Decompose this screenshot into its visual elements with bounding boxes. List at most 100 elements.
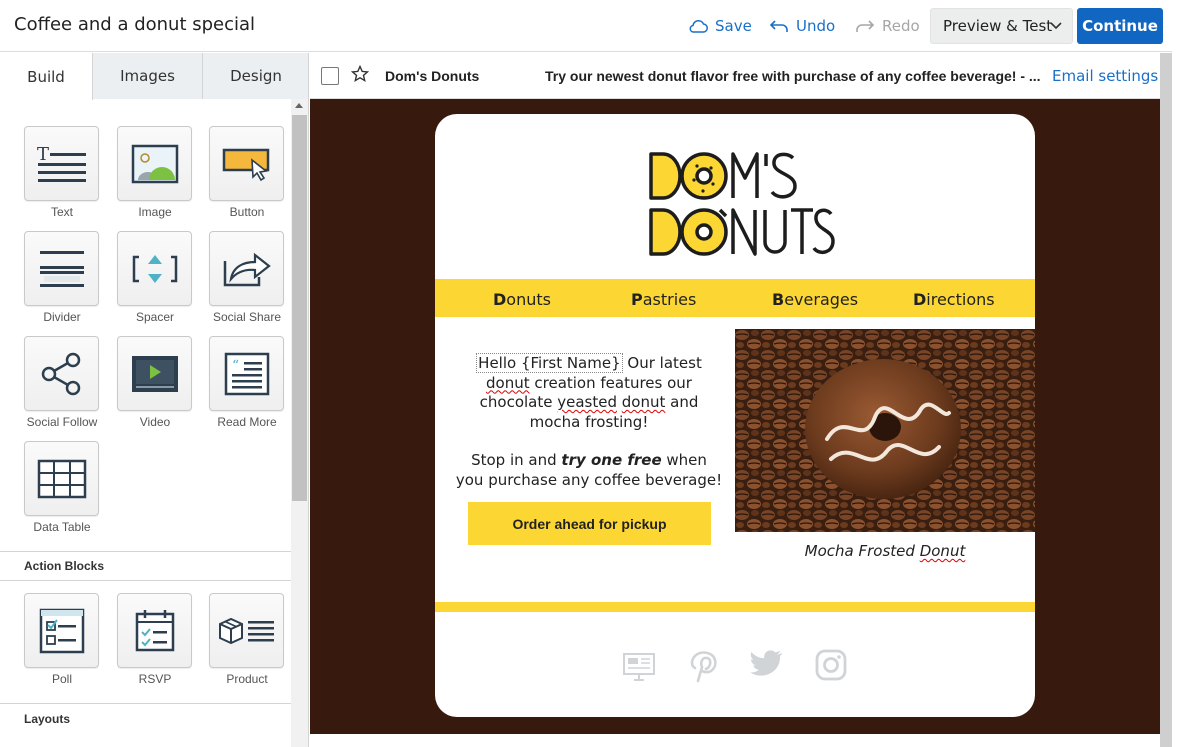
email-canvas: Donuts Pastries Beverages Directions Hel… [310, 99, 1160, 734]
spellcheck-word: Donut [919, 542, 966, 560]
preview-test-dropdown[interactable]: Preview & Test [930, 8, 1073, 44]
pinterest-icon[interactable] [687, 649, 719, 683]
order-ahead-button[interactable]: Order ahead for pickup [468, 502, 711, 545]
save-button[interactable]: Save [688, 10, 752, 42]
block-video[interactable]: Video [117, 336, 193, 429]
spacer-icon [132, 254, 177, 283]
data-table-icon [37, 459, 86, 498]
button-icon [222, 148, 269, 181]
block-label: Product [226, 672, 268, 686]
video-block-tile [117, 336, 192, 411]
nav-pastries[interactable]: Pastries [631, 290, 696, 309]
twitter-icon[interactable] [750, 649, 784, 679]
email-settings-link[interactable]: Email settings [1052, 67, 1158, 85]
social-follow-icon [41, 352, 80, 395]
divider-icon [39, 250, 84, 287]
block-rsvp[interactable]: RSVP [117, 593, 193, 686]
select-checkbox[interactable] [321, 67, 339, 85]
redo-button[interactable]: Redo [855, 10, 920, 42]
layouts-heading: Layouts [0, 703, 291, 733]
redo-label: Redo [882, 17, 920, 35]
paragraph-2: Stop in and try one free when you purcha… [455, 451, 723, 490]
email-body-text[interactable]: Hello {First Name} Our latest donut crea… [455, 353, 723, 490]
email-header-bar: Dom's Donuts Try our newest donut flavor… [310, 53, 1160, 99]
paragraph-1: Hello {First Name} Our latest donut crea… [455, 353, 723, 432]
block-social-follow[interactable]: Social Follow [24, 336, 100, 429]
tab-build[interactable]: Build [0, 53, 93, 100]
read-more-icon: “ [224, 352, 269, 395]
email-nav-bar: Donuts Pastries Beverages Directions [435, 279, 1035, 317]
tab-design[interactable]: Design [203, 53, 308, 99]
nav-directions[interactable]: Directions [913, 290, 995, 309]
spellcheck-word: yeasted [557, 393, 617, 411]
block-label: Poll [51, 672, 72, 686]
block-button[interactable]: Button [209, 126, 285, 219]
tab-images[interactable]: Images [93, 53, 203, 99]
star-icon[interactable] [351, 65, 369, 83]
svg-text:T: T [37, 144, 49, 165]
text-run: Our latest [622, 354, 702, 372]
data-table-block-tile [24, 441, 99, 516]
svg-text:“: “ [232, 358, 239, 374]
top-toolbar: Coffee and a donut special Save Undo Red… [0, 0, 1172, 52]
text-run: Stop in and [471, 451, 562, 469]
text-block-tile: T [24, 126, 99, 201]
block-spacer[interactable]: Spacer [117, 231, 193, 324]
nav-beverages[interactable]: Beverages [772, 290, 858, 309]
undo-icon [769, 20, 788, 32]
website-icon[interactable] [622, 649, 656, 683]
block-label: Social Follow [26, 415, 98, 429]
block-divider[interactable]: Divider [24, 231, 100, 324]
block-product[interactable]: Product [209, 593, 285, 686]
campaign-title[interactable]: Coffee and a donut special [14, 14, 255, 35]
redo-icon [856, 20, 875, 32]
nav-rest: everages [784, 290, 859, 309]
scroll-up-arrow-icon[interactable] [295, 103, 303, 108]
scroll-thumb[interactable] [292, 115, 307, 501]
first-name-token[interactable]: Hello {First Name} [476, 353, 623, 373]
block-label: Data Table [33, 520, 91, 534]
video-icon [131, 355, 178, 392]
continue-button[interactable]: Continue [1077, 8, 1163, 44]
block-image[interactable]: Image [117, 126, 193, 219]
block-label: Button [229, 205, 265, 219]
spellcheck-word: donut [621, 393, 666, 411]
donut-photo[interactable] [735, 329, 1035, 532]
nav-rest: onuts [506, 290, 551, 309]
block-text[interactable]: T Text [24, 126, 100, 219]
undo-button[interactable]: Undo [769, 10, 835, 42]
rsvp-icon [135, 609, 174, 651]
panel-tabs: Build Images Design [0, 53, 308, 100]
poll-icon [39, 608, 84, 653]
undo-label: Undo [796, 17, 836, 35]
block-read-more[interactable]: “ Read More [209, 336, 285, 429]
doms-donuts-logo[interactable] [645, 144, 835, 264]
image-icon [131, 144, 178, 183]
block-label: Video [139, 415, 171, 429]
instagram-icon[interactable] [815, 649, 847, 681]
spellcheck-word: donut [486, 373, 530, 392]
canvas-scrollbar[interactable] [1160, 53, 1172, 747]
nav-donuts[interactable]: Donuts [493, 290, 551, 309]
poll-block-tile [24, 593, 99, 668]
block-label: RSVP [138, 672, 172, 686]
photo-caption: Mocha Frosted Donut [735, 542, 1035, 560]
text-icon: T [37, 144, 86, 182]
block-label: Social Share [212, 310, 282, 324]
block-poll[interactable]: Poll [24, 593, 100, 686]
caption-text: Mocha Frosted [804, 542, 920, 560]
block-label: Image [138, 205, 172, 219]
block-social-share[interactable]: Social Share [209, 231, 285, 324]
chevron-down-icon [1050, 22, 1062, 30]
nav-rest: astries [642, 290, 697, 309]
email-body: Donuts Pastries Beverages Directions Hel… [435, 114, 1035, 717]
emphasis-text: try one free [561, 451, 662, 469]
nav-rest: irections [926, 290, 995, 309]
divider-block-tile [24, 231, 99, 306]
window-edge [1172, 0, 1189, 747]
nav-initial: D [493, 290, 507, 309]
product-block-tile [209, 593, 284, 668]
block-data-table[interactable]: Data Table [24, 441, 100, 534]
social-share-icon [223, 252, 271, 286]
button-block-tile [209, 126, 284, 201]
